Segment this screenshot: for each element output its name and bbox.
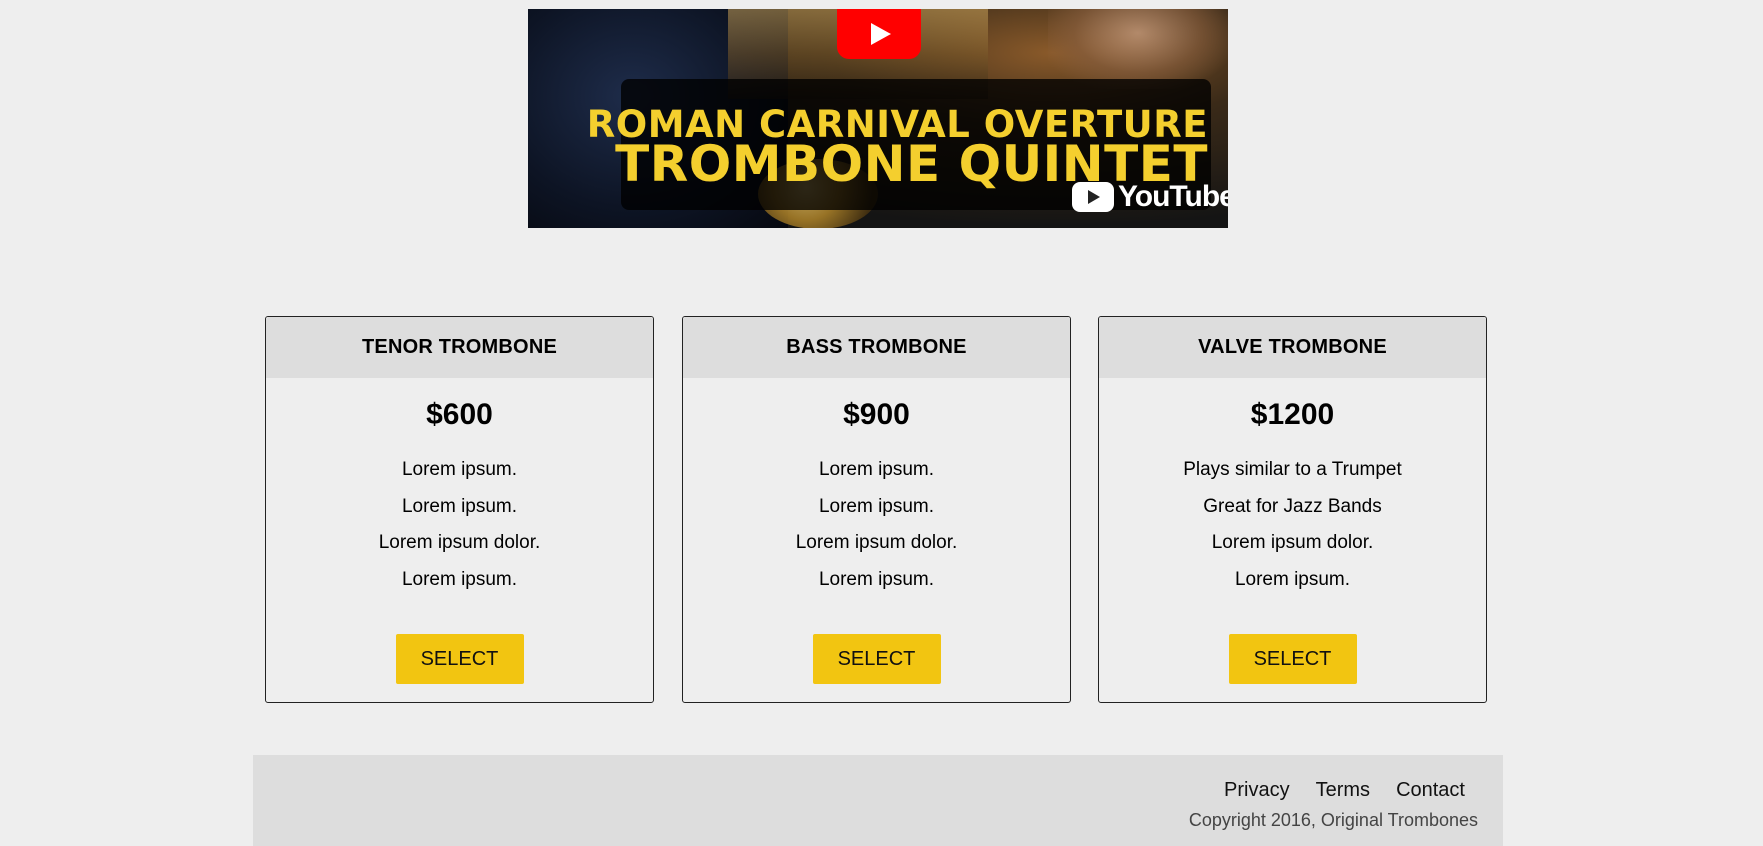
plan-name: VALVE TROMBONE bbox=[1099, 317, 1486, 378]
youtube-logo[interactable]: YouTube bbox=[1072, 179, 1228, 215]
plan-feature: Lorem ipsum. bbox=[401, 495, 518, 517]
site-footer: Privacy Terms Contact Copyright 2016, Or… bbox=[253, 755, 1503, 846]
copyright-text: Copyright 2016, Original Trombones bbox=[1188, 810, 1478, 830]
video-play-button[interactable] bbox=[837, 9, 921, 59]
plan-feature: Lorem ipsum dolor. bbox=[1211, 532, 1374, 553]
plan-name: BASS TROMBONE bbox=[683, 317, 1070, 378]
select-button[interactable]: SELECT bbox=[395, 634, 524, 684]
plan-features: Plays similar to a Trumpet Great for Jaz… bbox=[1099, 452, 1486, 598]
select-button[interactable]: SELECT bbox=[812, 634, 941, 684]
plan-feature: Lorem ipsum. bbox=[1234, 568, 1351, 590]
play-icon bbox=[871, 23, 891, 45]
plan-features: Lorem ipsum. Lorem ipsum. Lorem ipsum do… bbox=[683, 452, 1070, 598]
plan-card-bass: BASS TROMBONE $900 Lorem ipsum. Lorem ip… bbox=[682, 316, 1071, 703]
plan-feature: Lorem ipsum dolor. bbox=[378, 532, 541, 553]
plan-name: TENOR TROMBONE bbox=[266, 317, 653, 378]
plan-feature: Lorem ipsum. bbox=[818, 568, 935, 590]
plan-feature: Great for Jazz Bands bbox=[1203, 495, 1382, 517]
plan-price: $900 bbox=[843, 398, 910, 431]
plan-feature: Lorem ipsum. bbox=[818, 495, 935, 517]
footer-link-privacy[interactable]: Privacy bbox=[1224, 779, 1290, 802]
plan-price: $600 bbox=[426, 398, 493, 431]
plan-feature: Plays similar to a Trumpet bbox=[1183, 459, 1402, 480]
plan-price: $1200 bbox=[1250, 398, 1335, 431]
footer-link-contact[interactable]: Contact bbox=[1396, 779, 1465, 802]
footer-nav: Privacy Terms Contact bbox=[1224, 779, 1465, 802]
footer-link-terms[interactable]: Terms bbox=[1316, 779, 1370, 802]
plan-card-tenor: TENOR TROMBONE $600 Lorem ipsum. Lorem i… bbox=[265, 316, 654, 703]
plan-feature: Lorem ipsum dolor. bbox=[795, 532, 958, 553]
video-embed[interactable]: ROMAN CARNIVAL OVERTURE TROMBONE QUINTET… bbox=[528, 9, 1228, 228]
youtube-play-icon bbox=[1072, 182, 1114, 212]
plan-feature: Lorem ipsum. bbox=[401, 568, 518, 590]
plan-feature: Lorem ipsum. bbox=[401, 459, 518, 480]
plan-card-valve: VALVE TROMBONE $1200 Plays similar to a … bbox=[1098, 316, 1487, 703]
plan-features: Lorem ipsum. Lorem ipsum. Lorem ipsum do… bbox=[266, 452, 653, 598]
select-button[interactable]: SELECT bbox=[1228, 634, 1357, 684]
youtube-wordmark: YouTube bbox=[1118, 180, 1228, 213]
video-thumbnail-hands bbox=[1048, 9, 1228, 89]
plan-feature: Lorem ipsum. bbox=[818, 459, 935, 480]
